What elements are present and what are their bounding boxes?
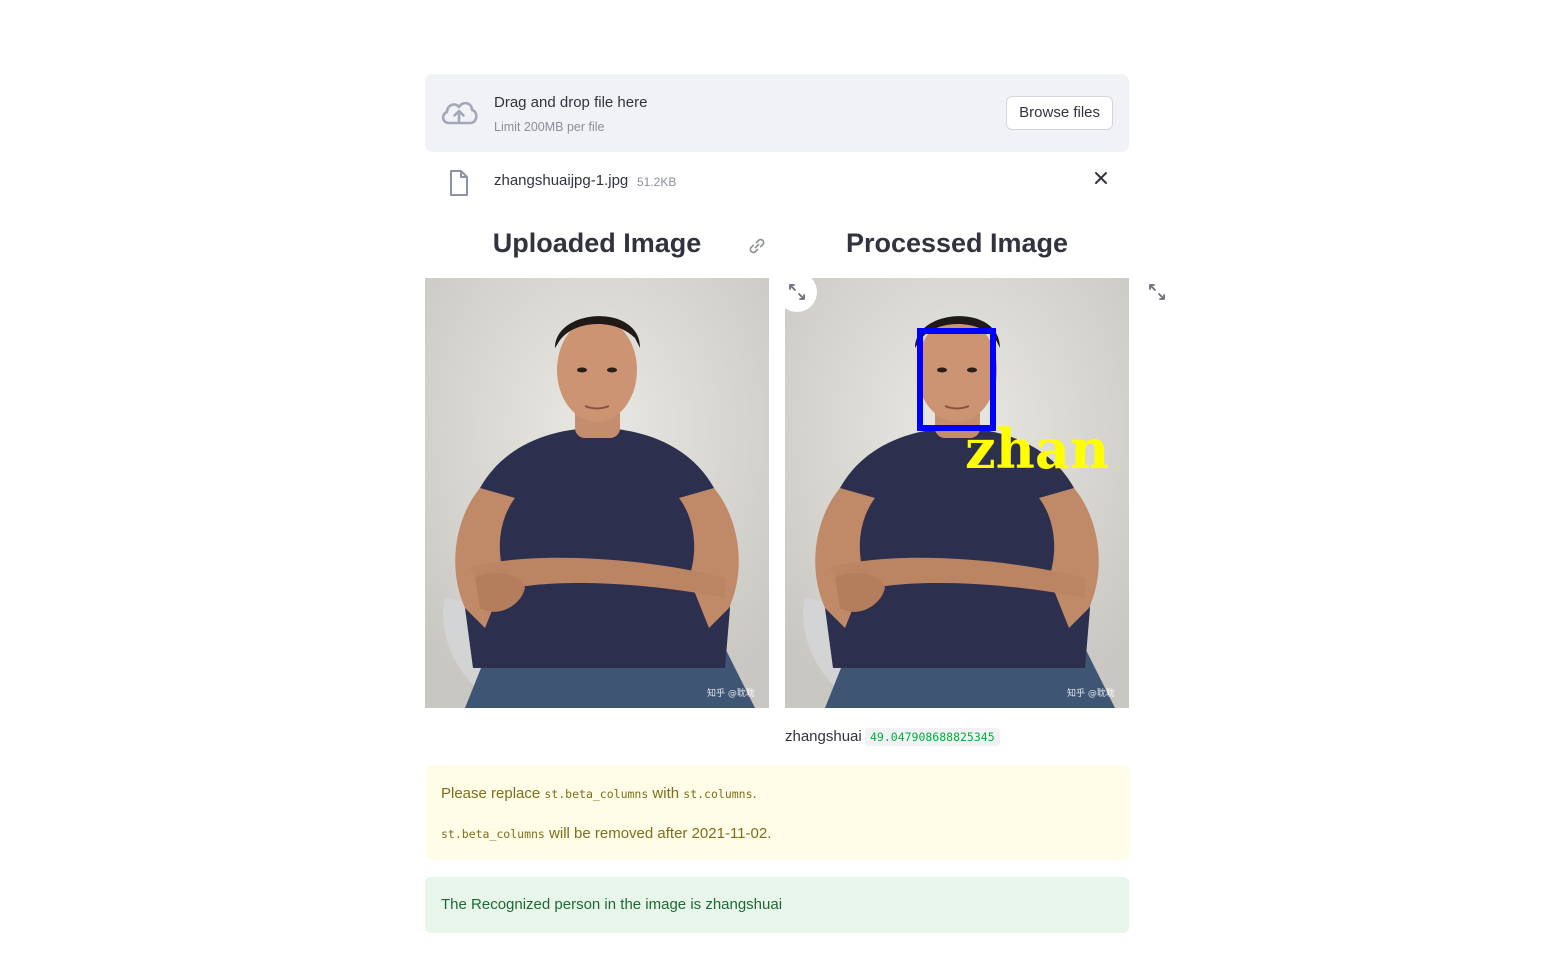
recognition-score: 49.047908688825345 bbox=[865, 728, 1000, 746]
file-icon bbox=[450, 170, 468, 196]
warning-line-2: st.beta_columns will be removed after 20… bbox=[441, 825, 772, 842]
browse-files-button[interactable]: Browse files bbox=[1006, 96, 1113, 130]
fullscreen-icon[interactable] bbox=[1148, 283, 1166, 301]
recognition-label: zhan bbox=[965, 417, 1109, 481]
dropzone-limit: Limit 200MB per file bbox=[494, 120, 605, 134]
success-alert: The Recognized person in the image is zh… bbox=[425, 877, 1129, 933]
deprecation-warning: Please replace st.beta_columns with st.c… bbox=[425, 765, 1129, 860]
uploaded-file-row: zhangshuaijpg-1.jpg 51.2KB bbox=[425, 160, 1129, 204]
uploaded-image: 知乎 @耽耽 bbox=[425, 278, 769, 708]
warning-line-1: Please replace st.beta_columns with st.c… bbox=[441, 785, 757, 802]
photo-watermark: 知乎 @耽耽 bbox=[707, 687, 755, 699]
page-title-cutoff bbox=[425, 0, 1129, 8]
processed-image-heading: Processed Image bbox=[845, 228, 1069, 258]
uploaded-photo: 知乎 @耽耽 bbox=[425, 278, 769, 708]
photo-watermark: 知乎 @耽耽 bbox=[1067, 687, 1115, 699]
success-message: The Recognized person in the image is zh… bbox=[441, 896, 783, 913]
cloud-upload-icon bbox=[441, 101, 478, 125]
link-icon[interactable] bbox=[747, 236, 767, 256]
dropzone-instructions: Drag and drop file here bbox=[494, 94, 648, 111]
file-size: 51.2KB bbox=[637, 175, 677, 189]
processed-image: zhan 知乎 @耽耽 bbox=[785, 278, 1129, 708]
file-name: zhangshuaijpg-1.jpg bbox=[494, 172, 629, 189]
processed-photo: zhan 知乎 @耽耽 bbox=[785, 278, 1129, 708]
fullscreen-icon[interactable] bbox=[788, 283, 806, 301]
recognized-name-caption: zhangshuai bbox=[785, 728, 862, 745]
close-icon[interactable] bbox=[1091, 168, 1111, 188]
uploaded-image-heading: Uploaded Image bbox=[492, 228, 702, 258]
file-uploader-dropzone[interactable]: Drag and drop file here Limit 200MB per … bbox=[425, 74, 1129, 152]
